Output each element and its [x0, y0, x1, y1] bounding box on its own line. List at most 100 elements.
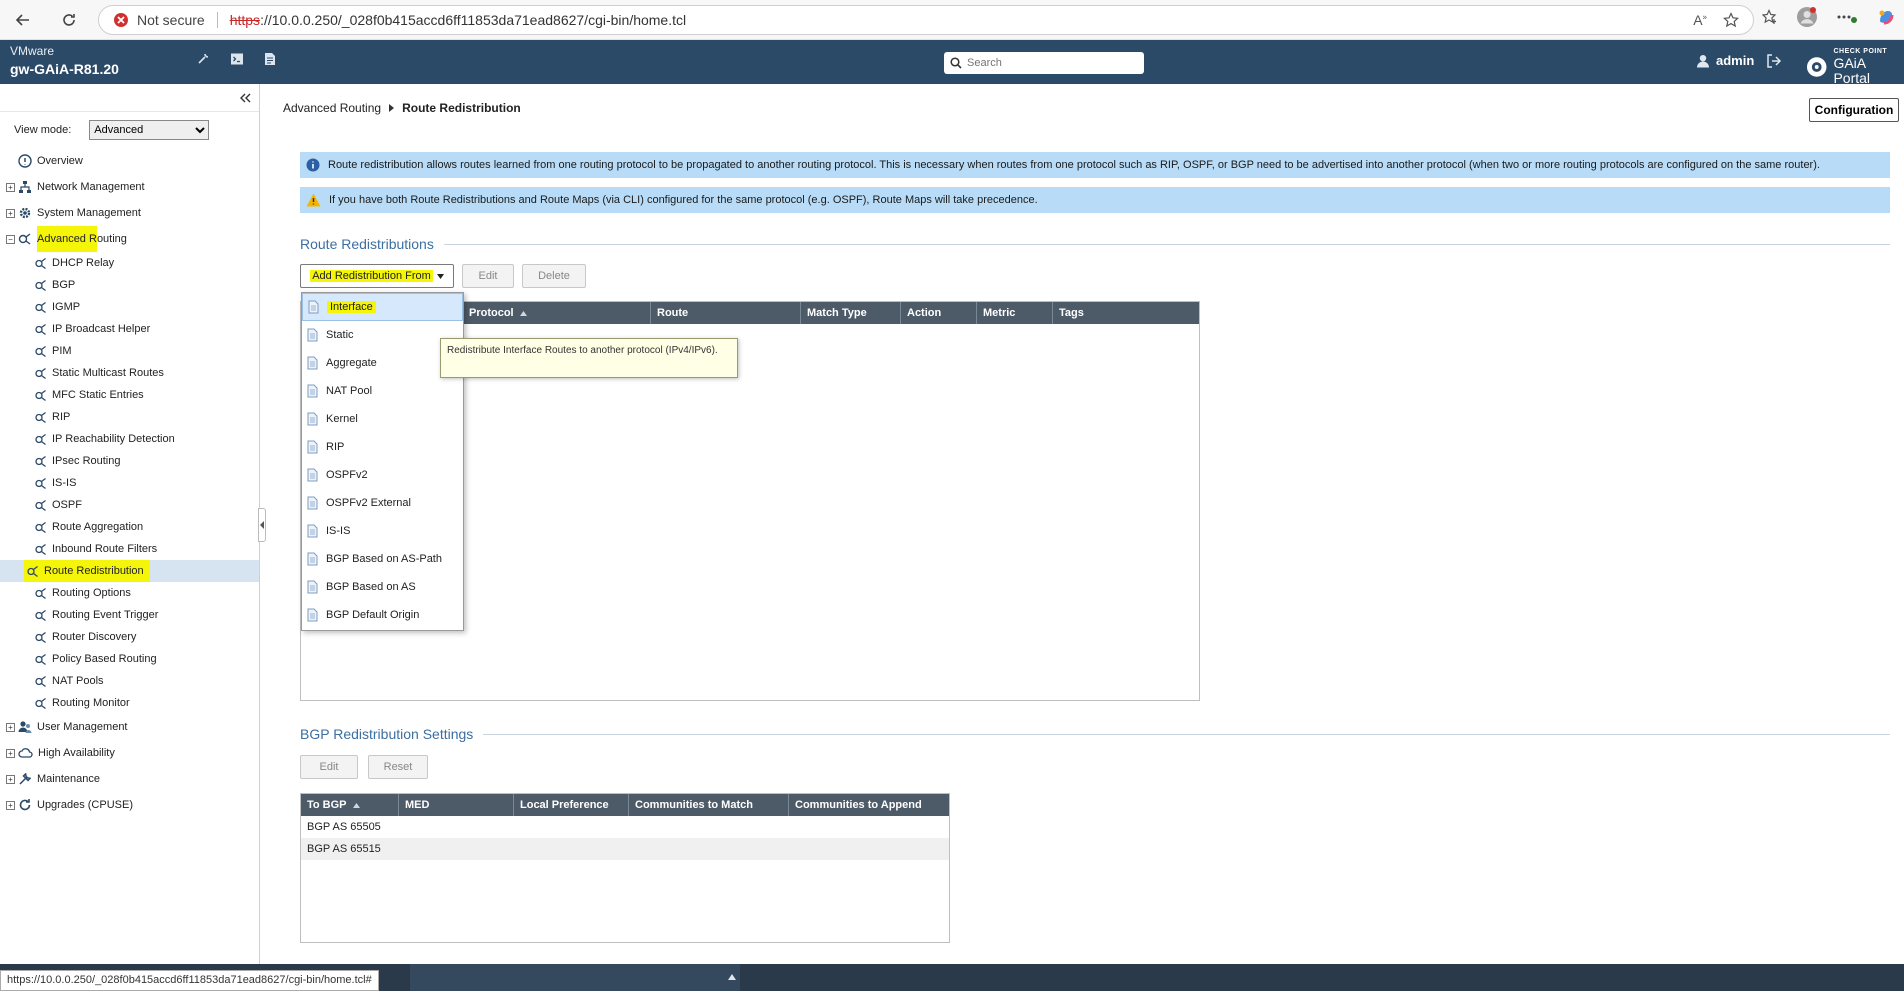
wrench-icon[interactable] — [196, 52, 210, 66]
nav-sub-item[interactable]: PIM — [0, 340, 259, 362]
nav-sub-item[interactable]: IP Broadcast Helper — [0, 318, 259, 340]
nav-sub-item[interactable]: BGP — [0, 274, 259, 296]
read-aloud-icon[interactable]: A» — [1693, 12, 1707, 28]
sidebar-resize-handle[interactable] — [258, 508, 266, 542]
search-input[interactable] — [967, 57, 1137, 69]
expand-icon[interactable]: + — [6, 182, 15, 192]
menu-item-bgp-as[interactable]: BGP Based on AS — [302, 573, 463, 601]
favorites-icon[interactable] — [1762, 9, 1778, 25]
menu-item-is-is[interactable]: IS-IS — [302, 517, 463, 545]
nav-high-availability[interactable]: + High Availability — [0, 740, 259, 766]
url-text[interactable]: https://10.0.0.250/_028f0b415accd6ff1185… — [230, 12, 686, 28]
search-box[interactable] — [944, 52, 1144, 74]
col-metric[interactable]: Metric — [977, 302, 1053, 324]
delete-button[interactable]: Delete — [522, 264, 586, 288]
bgp-reset-button[interactable]: Reset — [368, 755, 428, 779]
nav-route-redistribution[interactable]: Route Redistribution — [0, 560, 259, 582]
nav-advanced-routing[interactable]: − Advanced Routing — [0, 226, 259, 252]
profile-avatar-icon[interactable] — [1796, 6, 1818, 28]
col-tags[interactable]: Tags — [1053, 302, 1199, 324]
favorite-star-icon[interactable] — [1723, 12, 1739, 28]
menu-item-label: IS-IS — [326, 525, 351, 537]
menu-item-interface[interactable]: Interface — [302, 293, 463, 321]
terminal-icon[interactable] — [230, 52, 244, 66]
breadcrumb-parent[interactable]: Advanced Routing — [283, 101, 381, 115]
nav-network-management[interactable]: + Network Management — [0, 174, 259, 200]
nav-sub-item[interactable]: Static Multicast Routes — [0, 362, 259, 384]
add-redistribution-button[interactable]: Add Redistribution From — [300, 264, 454, 288]
routing-sub-icon — [35, 455, 46, 467]
nav-sub-item[interactable]: Routing Event Trigger — [0, 604, 259, 626]
bgp-settings-label: BGP Redistribution Settings — [300, 726, 474, 742]
menu-item-rip[interactable]: RIP — [302, 433, 463, 461]
menu-item-bgp-as-path[interactable]: BGP Based on AS-Path — [302, 545, 463, 573]
expand-icon[interactable]: + — [6, 774, 15, 784]
col-communities-match[interactable]: Communities to Match — [629, 794, 789, 816]
nav-sub-item[interactable]: IGMP — [0, 296, 259, 318]
copilot-icon[interactable] — [1876, 7, 1896, 27]
nav-system-management[interactable]: + System Management — [0, 200, 259, 226]
menu-item-ospfv2-external[interactable]: OSPFv2 External — [302, 489, 463, 517]
col-to-bgp[interactable]: To BGP — [301, 794, 399, 816]
expand-icon[interactable]: + — [6, 208, 15, 218]
collapse-icon[interactable]: − — [6, 234, 15, 244]
nav-sub-item[interactable]: DHCP Relay — [0, 252, 259, 274]
view-mode-select[interactable]: Advanced — [89, 120, 210, 140]
document-icon[interactable] — [264, 52, 276, 66]
nav-user-management[interactable]: + User Management — [0, 714, 259, 740]
nav-sub-item[interactable]: Inbound Route Filters — [0, 538, 259, 560]
menu-item-label: Aggregate — [326, 357, 377, 369]
configuration-button[interactable]: Configuration — [1809, 98, 1899, 122]
info-text: Route redistribution allows routes learn… — [328, 159, 1820, 171]
edit-button[interactable]: Edit — [462, 264, 514, 288]
address-bar[interactable]: Not secure https://10.0.0.250/_028f0b415… — [98, 5, 1754, 35]
extensions-icon[interactable] — [1836, 9, 1858, 25]
table-row[interactable]: BGP AS 65505 — [301, 816, 949, 838]
menu-item-nat-pool[interactable]: NAT Pool — [302, 377, 463, 405]
nav-sub-item[interactable]: Router Discovery — [0, 626, 259, 648]
nav-sub-item[interactable]: Route Aggregation — [0, 516, 259, 538]
routing-sub-icon — [35, 543, 46, 555]
nav-sub-item[interactable]: Routing Monitor — [0, 692, 259, 714]
menu-item-kernel[interactable]: Kernel — [302, 405, 463, 433]
routing-sub-icon — [35, 323, 46, 335]
search-icon — [950, 57, 962, 69]
col-route[interactable]: Route — [651, 302, 801, 324]
sort-asc-icon — [519, 310, 527, 316]
table-row[interactable]: BGP AS 65515 — [301, 838, 949, 860]
back-button[interactable] — [6, 3, 40, 37]
col-action[interactable]: Action — [901, 302, 977, 324]
menu-item-bgp-default-origin[interactable]: BGP Default Origin — [302, 601, 463, 629]
menu-item-static[interactable]: Static — [302, 321, 463, 349]
menu-item-aggregate[interactable]: Aggregate — [302, 349, 463, 377]
nav-sub-item[interactable]: OSPF — [0, 494, 259, 516]
nav-sub-item[interactable]: IS-IS — [0, 472, 259, 494]
expand-icon[interactable]: + — [6, 800, 15, 810]
nav-overview[interactable]: Overview — [0, 148, 259, 174]
nav-sub-item[interactable]: Routing Options — [0, 582, 259, 604]
nav-sub-item[interactable]: NAT Pools — [0, 670, 259, 692]
bgp-edit-button[interactable]: Edit — [300, 755, 358, 779]
menu-item-ospfv2[interactable]: OSPFv2 — [302, 461, 463, 489]
not-secure-label[interactable]: Not secure — [137, 12, 205, 28]
menu-item-label: BGP Default Origin — [326, 609, 420, 621]
expand-icon[interactable]: + — [6, 722, 15, 732]
nav-advanced-routing-label-b: outing — [96, 233, 127, 245]
logout-button[interactable] — [1766, 53, 1782, 69]
col-local-pref[interactable]: Local Preference — [514, 794, 629, 816]
refresh-button[interactable] — [52, 3, 86, 37]
expand-icon[interactable]: + — [6, 748, 15, 758]
col-med[interactable]: MED — [399, 794, 514, 816]
user-menu[interactable]: admin — [1696, 53, 1754, 68]
nav-sub-item[interactable]: IPsec Routing — [0, 450, 259, 472]
nav-sub-item[interactable]: MFC Static Entries — [0, 384, 259, 406]
nav-sub-item[interactable]: IP Reachability Detection — [0, 428, 259, 450]
nav-sub-item[interactable]: Policy Based Routing — [0, 648, 259, 670]
collapse-sidebar-icon[interactable] — [239, 93, 251, 103]
nav-sub-item[interactable]: RIP — [0, 406, 259, 428]
nav-upgrades[interactable]: + Upgrades (CPUSE) — [0, 792, 259, 818]
col-match-type[interactable]: Match Type — [801, 302, 901, 324]
nav-maintenance[interactable]: + Maintenance — [0, 766, 259, 792]
col-communities-append[interactable]: Communities to Append — [789, 794, 949, 816]
scroll-up-icon[interactable] — [728, 974, 736, 980]
